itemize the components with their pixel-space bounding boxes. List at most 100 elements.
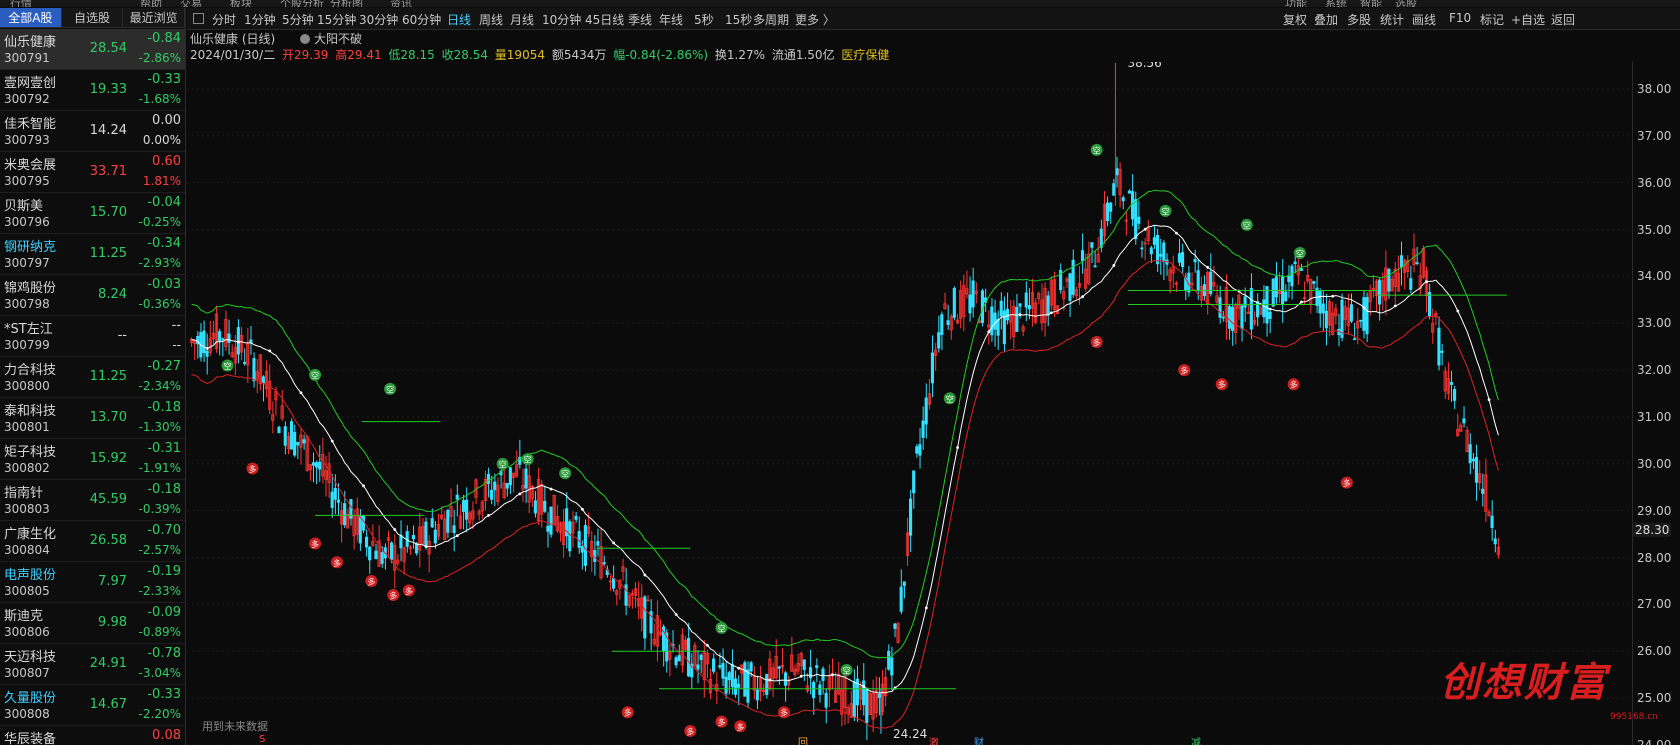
candle-body — [821, 668, 825, 681]
stock-row[interactable]: 佳禾智能 300793 14.24 0.00 0.00% — [0, 111, 185, 152]
watermark-url: 995168.cn — [1610, 712, 1658, 722]
menu-item[interactable]: 智能 — [1360, 0, 1382, 7]
period-tab[interactable]: 15秒 — [725, 11, 752, 28]
candle-body — [918, 444, 922, 456]
tab-2[interactable]: 最近浏览 — [123, 8, 186, 27]
period-tab[interactable]: 更多 〉 — [795, 11, 835, 28]
toolbar-button[interactable]: 返回 — [1551, 11, 1575, 28]
period-tab[interactable]: 45日线 — [585, 11, 624, 28]
period-tab[interactable]: 5分钟 — [282, 11, 314, 28]
stock-code: 300800 — [4, 379, 50, 393]
toolbar-button[interactable]: 统计 — [1380, 11, 1404, 28]
toolbar-button[interactable]: 复权 — [1283, 11, 1307, 28]
menu-item[interactable]: 系统 — [1325, 0, 1347, 7]
menu-item[interactable]: 分析图 — [330, 0, 363, 7]
tab-1[interactable]: 自选股 — [61, 8, 124, 27]
menu-item[interactable]: 选股 — [1395, 0, 1417, 7]
candle-body — [568, 521, 572, 552]
event-marker[interactable]: 激 — [928, 734, 940, 745]
toolbar-button[interactable]: 画线 — [1412, 11, 1436, 28]
stock-row[interactable]: 华辰装备 0.08 — [0, 726, 185, 745]
event-marker[interactable]: 减 — [1190, 734, 1202, 745]
svg-text:多: 多 — [249, 464, 257, 474]
ma-dot — [612, 541, 616, 545]
period-tab[interactable]: 月线 — [510, 11, 534, 28]
candle-body — [924, 397, 928, 425]
period-tab[interactable]: 多周期 — [753, 11, 789, 28]
stock-row[interactable]: 力合科技 300800 11.25 -0.27 -2.34% — [0, 357, 185, 398]
period-tab[interactable]: 15分钟 — [317, 11, 356, 28]
period-tab[interactable]: 季线 — [628, 11, 652, 28]
candle-body — [1399, 255, 1403, 268]
stock-row[interactable]: 广康生化 300804 26.58 -0.70 -2.57% — [0, 521, 185, 562]
period-tab[interactable]: 1分钟 — [244, 11, 276, 28]
period-tab[interactable]: 10分钟 — [542, 11, 581, 28]
stock-row[interactable]: 指南针 300803 45.59 -0.18 -0.39% — [0, 480, 185, 521]
ma-dot — [831, 673, 834, 677]
candle-body — [783, 672, 788, 686]
menu-item[interactable]: 帮助 — [140, 0, 162, 7]
ma-dot — [1456, 309, 1460, 313]
candle-body — [852, 681, 856, 718]
toolbar-button[interactable]: +自选 — [1511, 11, 1545, 28]
event-marker[interactable]: 回 — [797, 734, 809, 745]
stock-row[interactable]: 斯迪克 300806 9.98 -0.09 -0.89% — [0, 603, 185, 644]
stock-row[interactable]: 锦鸡股份 300798 8.24 -0.03 -0.36% — [0, 275, 185, 316]
candle-body — [1287, 276, 1291, 283]
ma-dot — [1081, 295, 1085, 299]
menu-item[interactable]: 功能 — [1285, 0, 1307, 7]
menu-item[interactable]: 资讯 — [390, 0, 412, 7]
stock-row[interactable]: 天迈科技 300807 24.91 -0.78 -3.04% — [0, 644, 185, 685]
toolbar-button[interactable]: 叠加 — [1314, 11, 1338, 28]
stock-row[interactable]: 贝斯美 300796 15.70 -0.04 -0.25% — [0, 193, 185, 234]
stock-change-pct: -0.89% — [138, 625, 181, 639]
stock-row[interactable]: 矩子科技 300802 15.92 -0.31 -1.91% — [0, 439, 185, 480]
ma-dot — [1393, 304, 1397, 308]
menu-item[interactable]: 行情 — [10, 0, 32, 7]
period-tab[interactable]: 60分钟 — [402, 11, 441, 28]
watermark-logo: 创想财富 — [1440, 659, 1608, 706]
svg-text:多: 多 — [405, 586, 413, 596]
candle-body — [1180, 252, 1185, 268]
toolbar-button[interactable]: F10 — [1449, 11, 1471, 25]
menu-item[interactable]: 个股分析 — [280, 0, 324, 7]
stock-row[interactable]: 钢研纳克 300797 11.25 -0.34 -2.93% — [0, 234, 185, 275]
ma-dot — [1018, 313, 1022, 317]
buy-signal-icon: 多 — [1215, 378, 1228, 391]
layout-grid-icon[interactable] — [193, 13, 204, 24]
menu-item[interactable]: 交易 — [180, 0, 202, 7]
candle-body — [1159, 253, 1163, 257]
candle-body — [1109, 202, 1113, 212]
period-tab[interactable]: 周线 — [479, 11, 503, 28]
candle-body — [746, 669, 750, 703]
tab-0[interactable]: 全部A股 — [0, 8, 62, 27]
stock-row[interactable]: *ST左江 300799 -- -- -- — [0, 316, 185, 357]
stock-row[interactable]: 电声股份 300805 7.97 -0.19 -2.33% — [0, 562, 185, 603]
candle-body — [583, 525, 587, 566]
stock-row[interactable]: 米奥会展 300795 33.71 0.60 1.81% — [0, 152, 185, 193]
candle-body — [602, 562, 606, 565]
stock-change-pct: -- — [172, 338, 181, 352]
menu-item[interactable]: 板块 — [230, 0, 252, 7]
toolbar-button[interactable]: 多股 — [1347, 11, 1371, 28]
event-marker[interactable]: S — [258, 734, 266, 745]
ma-dot — [393, 528, 397, 531]
indicator-label[interactable]: 大阳不破 — [300, 30, 362, 47]
stock-change-pct: -3.04% — [138, 666, 181, 680]
sell-signal-icon: 空 — [521, 453, 534, 466]
period-tab[interactable]: 年线 — [659, 11, 683, 28]
stock-row[interactable]: 仙乐健康 300791 28.54 -0.84 -2.86% — [0, 29, 185, 70]
candlestick-chart[interactable]: 空空空空空空空空空空空空空多多多多多多多多多多多多多多 多多38.5624.24 — [187, 62, 1632, 745]
toolbar-button[interactable]: 标记 — [1480, 11, 1504, 28]
stock-row[interactable]: 泰和科技 300801 13.70 -0.18 -1.30% — [0, 398, 185, 439]
event-marker[interactable]: 财 — [973, 734, 985, 745]
period-tab[interactable]: 日线 — [447, 11, 471, 28]
stock-code: 300791 — [4, 51, 50, 65]
period-tab[interactable]: 5秒 — [694, 11, 714, 28]
buy-signal-icon: 多 — [1090, 336, 1103, 349]
stock-row[interactable]: 壹网壹创 300792 19.33 -0.33 -1.68% — [0, 70, 185, 111]
period-tab[interactable]: 30分钟 — [359, 11, 398, 28]
stock-row[interactable]: 久量股份 300808 14.67 -0.33 -2.20% — [0, 685, 185, 726]
period-tab[interactable]: 分时 — [212, 11, 236, 28]
indicator-settings-icon[interactable] — [300, 34, 310, 44]
